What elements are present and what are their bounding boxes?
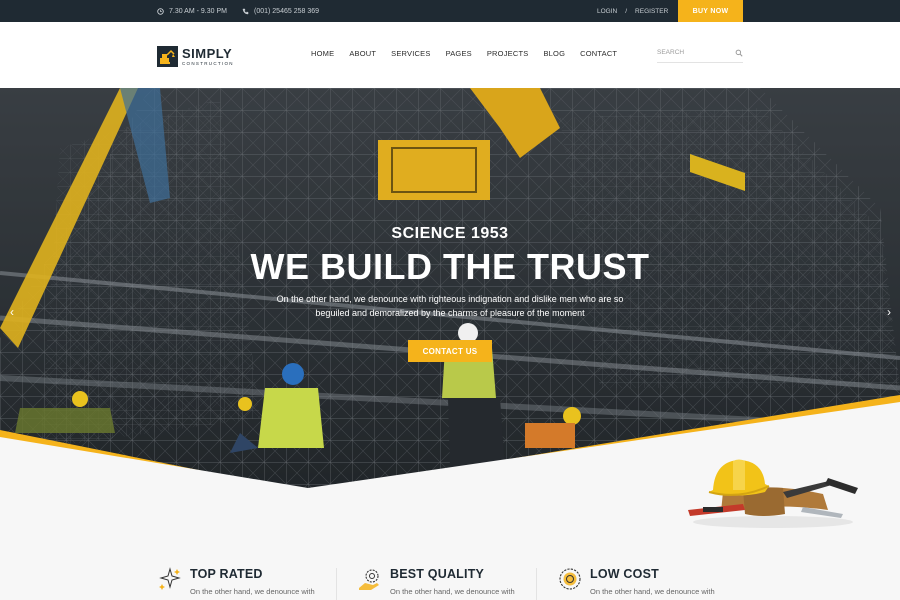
logo-title: SIMPLY	[182, 46, 233, 61]
nav-item-home[interactable]: HOME	[311, 49, 334, 58]
hero-subtext-line2: beguiled and demoralized by the charms o…	[315, 308, 585, 318]
hours-info: 7.30 AM - 9.30 PM	[157, 0, 227, 22]
hardhat-tools-image	[688, 459, 858, 528]
hero-slider: SCIENCE 1953 WE BUILD THE TRUST On the o…	[0, 88, 900, 500]
hero-eyebrow: SCIENCE 1953	[391, 225, 509, 242]
register-link[interactable]: REGISTER	[635, 8, 668, 15]
next-slide-arrow-icon[interactable]: ›	[880, 303, 898, 321]
top-bar: 7.30 AM - 9.30 PM (001) 25465 258 369 LO…	[0, 0, 900, 22]
feature-divider	[536, 568, 537, 600]
gear-hand-icon	[359, 569, 379, 590]
contact-us-button[interactable]: CONTACT US	[408, 340, 492, 362]
feature-best-quality: BEST QUALITY On the other hand, we denou…	[357, 560, 537, 600]
feature-low-cost: LOW COST On the other hand, we denounce …	[557, 560, 737, 600]
feature-title: LOW COST	[590, 567, 659, 581]
hero-subtext: On the other hand, we denounce with righ…	[270, 292, 630, 320]
feature-text: On the other hand, we denounce with	[390, 587, 515, 596]
stars-icon	[159, 567, 181, 590]
features-row: TOP RATED On the other hand, we denounce…	[0, 560, 900, 600]
feature-title: BEST QUALITY	[390, 567, 485, 581]
excavator-logo-icon	[157, 46, 178, 67]
hero-headline: WE BUILD THE TRUST	[250, 246, 650, 287]
nav-item-blog[interactable]: BLOG	[543, 49, 565, 58]
hero-subtext-line1: On the other hand, we denounce with righ…	[276, 294, 624, 304]
feature-title: TOP RATED	[190, 567, 263, 581]
buy-now-button[interactable]: BUY NOW	[678, 0, 743, 22]
logo-subtitle: CONSTRUCTION	[182, 61, 234, 66]
nav-item-contact[interactable]: CONTACT	[580, 49, 617, 58]
clock-icon	[157, 7, 164, 15]
search-box	[657, 49, 743, 63]
feature-text: On the other hand, we denounce with	[190, 587, 315, 596]
nav-item-pages[interactable]: PAGES	[446, 49, 472, 58]
prev-slide-arrow-icon[interactable]: ‹	[3, 303, 21, 321]
coin-gear-icon	[559, 568, 581, 590]
auth-separator: /	[625, 7, 628, 15]
feature-top-rated: TOP RATED On the other hand, we denounce…	[157, 560, 337, 600]
phone-text: (001) 25465 258 369	[254, 7, 319, 15]
feature-divider	[336, 568, 337, 600]
auth-links: LOGIN / REGISTER	[597, 0, 668, 22]
logo[interactable]: SIMPLY CONSTRUCTION	[157, 46, 234, 67]
nav-item-projects[interactable]: PROJECTS	[487, 49, 529, 58]
main-nav: HOME ABOUT SERVICES PAGES PROJECTS BLOG …	[311, 49, 617, 58]
login-link[interactable]: LOGIN	[597, 8, 617, 15]
phone-icon	[242, 8, 249, 14]
search-input[interactable]	[657, 49, 727, 56]
feature-text: On the other hand, we denounce with	[590, 587, 715, 596]
search-icon[interactable]	[735, 49, 743, 57]
nav-item-about[interactable]: ABOUT	[349, 49, 376, 58]
site-header: SIMPLY CONSTRUCTION HOME ABOUT SERVICES …	[0, 22, 900, 88]
hours-text: 7.30 AM - 9.30 PM	[169, 7, 227, 15]
phone-info: (001) 25465 258 369	[242, 0, 319, 22]
nav-item-services[interactable]: SERVICES	[391, 49, 430, 58]
